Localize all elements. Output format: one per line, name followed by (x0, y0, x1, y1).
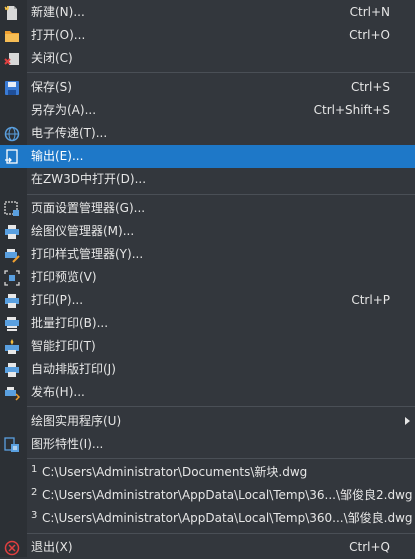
preview-icon (4, 270, 20, 286)
utilities-icon (4, 414, 20, 430)
menu-item-label: 打印(P)... (31, 293, 84, 307)
folder-icon (4, 28, 20, 44)
menu-item-label: 在ZW3D中打开(D)... (31, 172, 147, 186)
save-as-icon (4, 103, 20, 119)
shortcut-label: Ctrl+O (349, 28, 390, 42)
menu-item-label: 关闭(C) (31, 51, 73, 65)
menu-item-plot-style[interactable]: 打印样式管理器(Y)... (0, 243, 415, 266)
separator (27, 458, 415, 459)
recent-file-number: 2 (31, 487, 38, 498)
menu-item-label: 自动排版打印(J) (31, 362, 116, 376)
auto-layout-print-icon (4, 362, 20, 378)
menu-item-open[interactable]: 打开(O)... Ctrl+O (0, 24, 415, 47)
save-icon (4, 80, 20, 96)
menu-item-label: 图形特性(I)... (31, 437, 104, 451)
menu-item-label: 绘图实用程序(U) (31, 414, 122, 428)
separator (27, 533, 415, 534)
menu-item-label: 打印样式管理器(Y)... (31, 247, 144, 261)
recent-file-2[interactable]: 2 C:\Users\Administrator\AppData\Local\T… (0, 484, 415, 507)
shortcut-label: Ctrl+Q (349, 540, 390, 554)
menu-item-label: 电子传递(T)... (31, 126, 108, 140)
menu-item-label: 退出(X) (31, 540, 73, 554)
new-file-icon (4, 5, 20, 21)
menu-item-label: 智能打印(T) (31, 339, 96, 353)
close-file-icon (4, 51, 20, 67)
menu-item-label: 绘图仪管理器(M)... (31, 224, 135, 238)
menu-item-label: 发布(H)... (31, 385, 85, 399)
menu-item-print-preview[interactable]: 打印预览(V) (0, 266, 415, 289)
globe-icon (4, 126, 20, 142)
menu-item-batch-print[interactable]: 批量打印(B)... (0, 312, 415, 335)
recent-file-number: 1 (31, 464, 38, 475)
shortcut-label: Ctrl+Shift+S (313, 103, 390, 117)
menu-item-auto-layout-print[interactable]: 自动排版打印(J) (0, 358, 415, 381)
separator (27, 72, 415, 73)
export-icon (4, 149, 20, 165)
file-menu: 新建(N)... Ctrl+N 打开(O)... Ctrl+O 关闭(C) 保存… (0, 0, 415, 557)
shortcut-label: Ctrl+N (349, 5, 390, 19)
page-setup-icon (4, 201, 20, 217)
menu-item-label: 批量打印(B)... (31, 316, 109, 330)
recent-file-path: C:\Users\Administrator\Documents\新块.dwg (42, 465, 308, 479)
menu-item-export[interactable]: 输出(E)... (0, 145, 415, 168)
menu-item-open-zw3d[interactable]: 在ZW3D中打开(D)... (0, 168, 415, 191)
menu-item-etransmit[interactable]: 电子传递(T)... (0, 122, 415, 145)
menu-item-label: 页面设置管理器(G)... (31, 201, 146, 215)
recent-file-path: C:\Users\Administrator\AppData\Local\Tem… (42, 488, 413, 502)
recent-file-path: C:\Users\Administrator\AppData\Local\Tem… (42, 511, 413, 525)
printer-icon (4, 293, 20, 309)
plotter-icon (4, 224, 20, 240)
menu-item-smart-print[interactable]: 智能打印(T) (0, 335, 415, 358)
shortcut-label: Ctrl+P (351, 293, 390, 307)
separator (27, 406, 415, 407)
separator (27, 194, 415, 195)
menu-item-plotter-manager[interactable]: 绘图仪管理器(M)... (0, 220, 415, 243)
menu-item-label: 打开(O)... (31, 28, 86, 42)
submenu-arrow-icon (405, 417, 410, 425)
menu-item-publish[interactable]: 发布(H)... (0, 381, 415, 404)
batch-print-icon (4, 316, 20, 332)
exit-icon (4, 540, 20, 556)
smart-print-icon (4, 339, 20, 355)
menu-item-new[interactable]: 新建(N)... Ctrl+N (0, 1, 415, 24)
menu-item-page-setup[interactable]: 页面设置管理器(G)... (0, 197, 415, 220)
menu-item-label: 新建(N)... (31, 5, 85, 19)
menu-item-label: 打印预览(V) (31, 270, 97, 284)
properties-icon (4, 437, 20, 453)
menu-item-drawing-utilities[interactable]: 绘图实用程序(U) (0, 410, 415, 433)
shortcut-label: Ctrl+S (350, 80, 390, 94)
menu-item-label: 输出(E)... (31, 149, 84, 163)
menu-item-label: 保存(S) (31, 80, 72, 94)
menu-item-print[interactable]: 打印(P)... Ctrl+P (0, 289, 415, 312)
zw3d-icon (4, 172, 20, 188)
plot-style-icon (4, 247, 20, 263)
menu-item-label: 另存为(A)... (31, 103, 97, 117)
publish-icon (4, 385, 20, 401)
menu-item-exit[interactable]: 退出(X) Ctrl+Q (0, 536, 415, 559)
recent-file-3[interactable]: 3 C:\Users\Administrator\AppData\Local\T… (0, 507, 415, 530)
menu-item-close[interactable]: 关闭(C) (0, 47, 415, 70)
recent-file-1[interactable]: 1 C:\Users\Administrator\Documents\新块.dw… (0, 461, 415, 484)
menu-item-save[interactable]: 保存(S) Ctrl+S (0, 76, 415, 99)
recent-file-number: 3 (31, 510, 38, 521)
menu-item-save-as[interactable]: 另存为(A)... Ctrl+Shift+S (0, 99, 415, 122)
menu-item-drawing-properties[interactable]: 图形特性(I)... (0, 433, 415, 456)
